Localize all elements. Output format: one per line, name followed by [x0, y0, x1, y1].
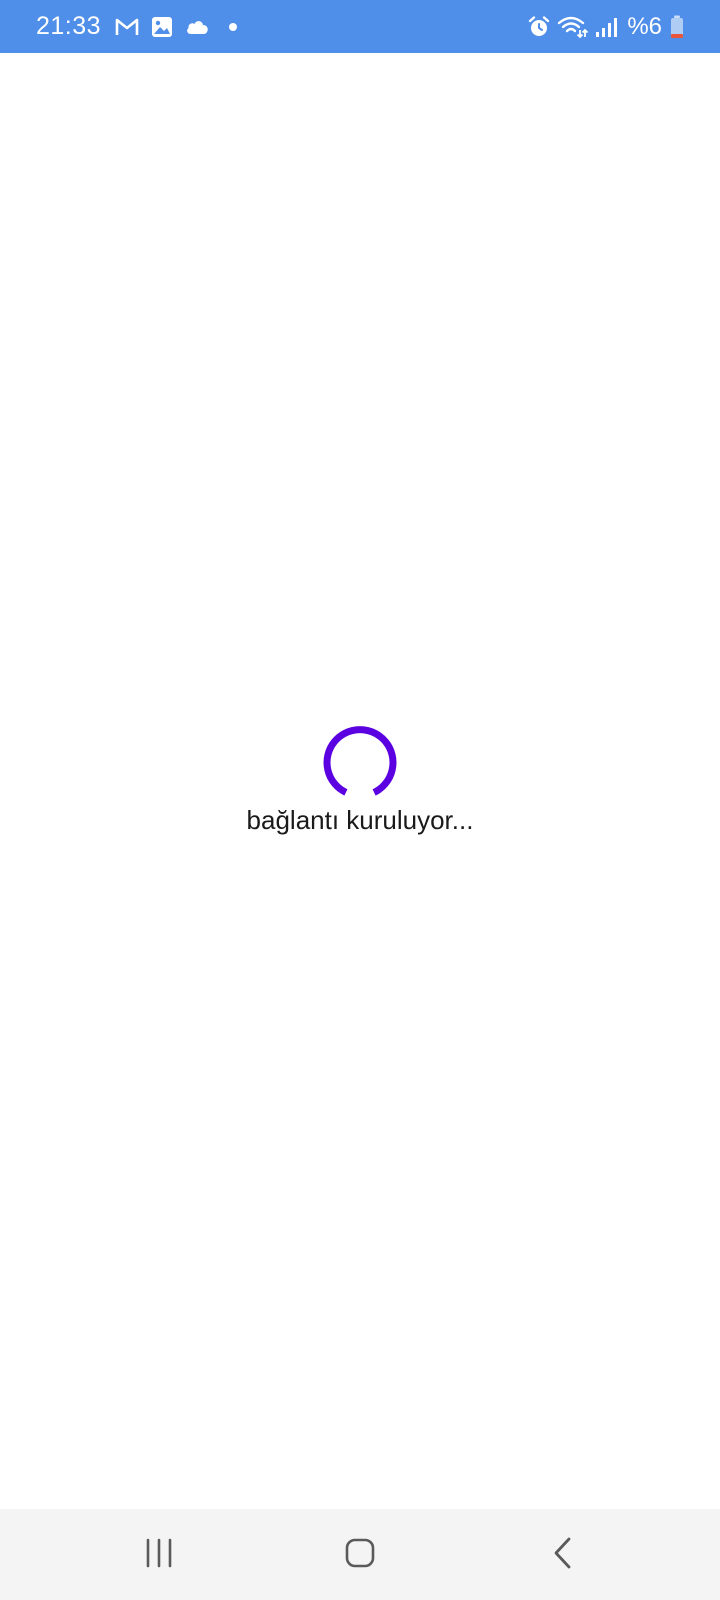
battery-icon	[670, 15, 684, 39]
navigation-bar	[0, 1509, 720, 1600]
signal-icon	[595, 16, 618, 38]
battery-percentage: %6	[627, 12, 662, 40]
loading-spinner	[322, 725, 398, 801]
status-bar: 21:33 %6	[0, 0, 720, 53]
loading-text: bağlantı kuruluyor...	[246, 805, 474, 835]
alarm-icon	[527, 15, 551, 39]
cloud-icon	[185, 18, 211, 36]
recent-apps-icon	[143, 1538, 175, 1573]
recent-apps-button[interactable]	[129, 1529, 189, 1581]
back-icon	[551, 1536, 575, 1575]
wifi-icon	[557, 15, 589, 39]
home-icon	[344, 1537, 376, 1574]
gallery-icon	[151, 16, 173, 38]
home-button[interactable]	[330, 1529, 390, 1581]
back-button[interactable]	[533, 1529, 593, 1581]
notification-dot-icon	[223, 21, 243, 33]
status-time: 21:33	[36, 12, 102, 40]
main-content: bağlantı kuruluyor...	[0, 53, 720, 1509]
gmail-icon	[115, 17, 139, 37]
